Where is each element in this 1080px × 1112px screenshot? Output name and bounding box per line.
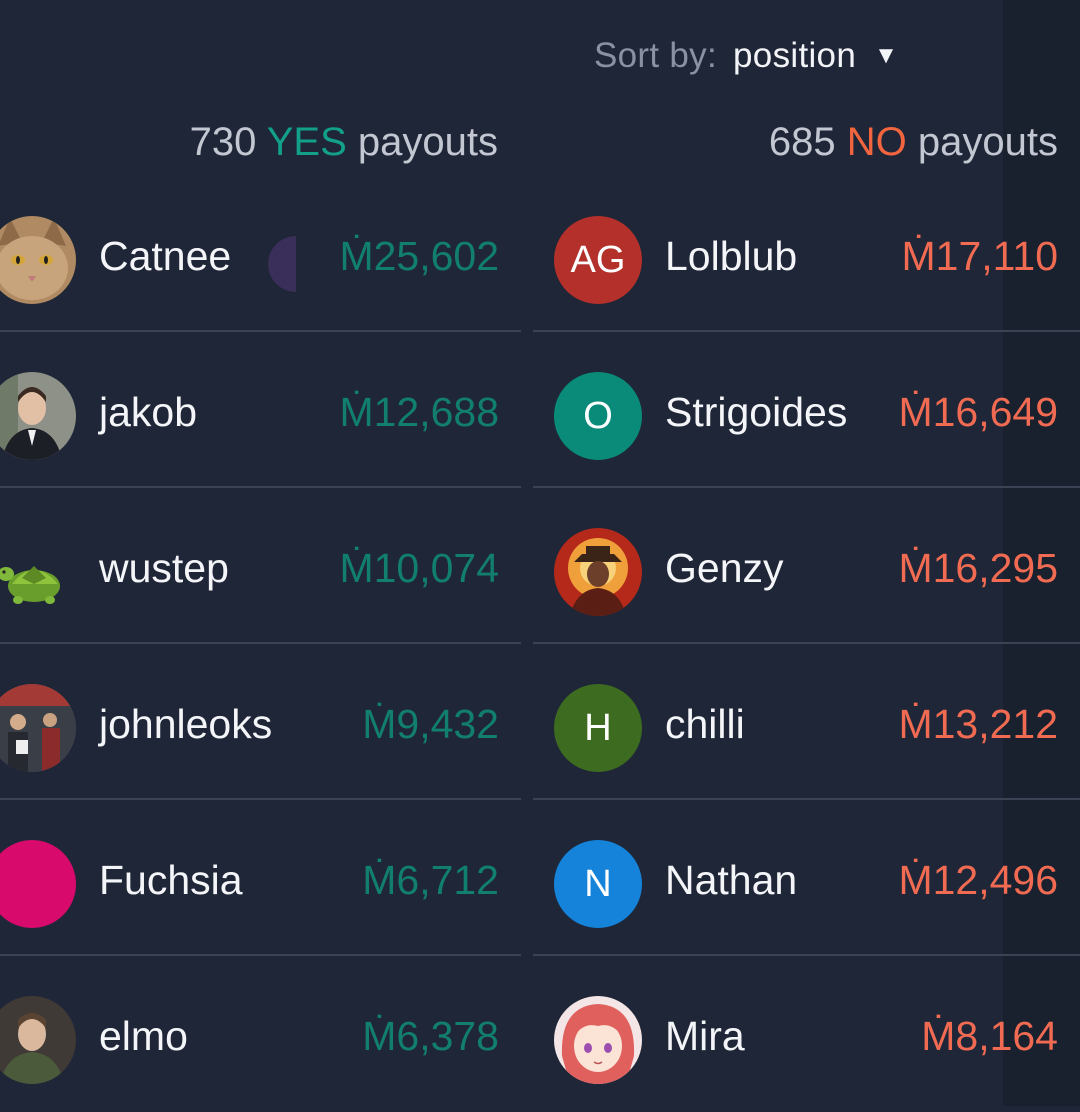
username[interactable]: Strigoides — [665, 392, 847, 433]
avatar-initials: O — [583, 394, 613, 437]
yes-row[interactable]: Catnee Ṁ25,602 — [0, 176, 521, 332]
avatar[interactable]: O — [554, 372, 642, 460]
portrait-avatar-image — [0, 372, 76, 460]
avatar[interactable] — [0, 528, 76, 616]
portrait-avatar-image — [0, 996, 76, 1084]
no-row[interactable]: Genzy Ṁ16,295 — [533, 488, 1080, 644]
yes-row[interactable]: Fuchsia Ṁ6,712 — [0, 800, 521, 956]
no-row[interactable]: Mira Ṁ8,164 — [533, 956, 1080, 1112]
caret-down-icon[interactable]: ▼ — [874, 42, 898, 69]
payout-amount: Ṁ25,602 — [339, 233, 499, 279]
avatar[interactable] — [0, 684, 76, 772]
payout-amount: Ṁ13,212 — [898, 701, 1058, 747]
yes-row[interactable]: elmo Ṁ6,378 — [0, 956, 521, 1112]
yes-row[interactable]: jakob Ṁ12,688 — [0, 332, 521, 488]
payout-amount: Ṁ16,649 — [898, 389, 1058, 435]
avatar[interactable] — [0, 840, 76, 928]
username[interactable]: jakob — [99, 392, 197, 433]
no-row[interactable]: AG Lolblub Ṁ17,110 — [533, 176, 1080, 332]
avatar-initials: AG — [570, 238, 626, 281]
avatar[interactable]: AG — [554, 216, 642, 304]
avatar[interactable] — [554, 996, 642, 1084]
username[interactable]: Fuchsia — [99, 860, 243, 901]
yes-row[interactable]: johnleoks Ṁ9,432 — [0, 644, 521, 800]
username[interactable]: wustep — [99, 548, 229, 589]
yes-payouts-header: 730 YES payouts — [190, 120, 498, 165]
payout-amount: Ṁ17,110 — [901, 233, 1058, 279]
anime-girl-avatar-image — [554, 996, 642, 1084]
payout-amount: Ṁ6,712 — [362, 857, 499, 903]
yes-count: 730 — [189, 120, 257, 164]
username[interactable]: Genzy — [665, 548, 784, 589]
no-suffix: payouts — [917, 120, 1058, 164]
avatar[interactable] — [554, 528, 642, 616]
username[interactable]: johnleoks — [99, 704, 272, 745]
yes-suffix: payouts — [357, 120, 498, 164]
username[interactable]: chilli — [665, 704, 745, 745]
sort-label: Sort by: — [594, 36, 718, 75]
username[interactable]: elmo — [99, 1016, 188, 1057]
payout-amount: Ṁ10,074 — [339, 545, 499, 591]
avatar[interactable] — [0, 372, 76, 460]
payout-amount: Ṁ12,496 — [898, 857, 1058, 903]
no-row[interactable]: H chilli Ṁ13,212 — [533, 644, 1080, 800]
cat-avatar-image — [0, 216, 76, 304]
username[interactable]: Nathan — [665, 860, 797, 901]
payout-amount: Ṁ12,688 — [339, 389, 499, 435]
explosion-cowboy-avatar-image — [554, 528, 642, 616]
username[interactable]: Catnee — [99, 236, 231, 277]
no-label: NO — [846, 120, 907, 164]
avatar[interactable] — [0, 216, 76, 304]
payout-amount: Ṁ6,378 — [362, 1013, 499, 1059]
username[interactable]: Mira — [665, 1016, 745, 1057]
yes-row[interactable]: wustep Ṁ10,074 — [0, 488, 521, 644]
sort-dropdown[interactable]: Sort by: position ▼ — [594, 36, 898, 76]
no-row[interactable]: O Strigoides Ṁ16,649 — [533, 332, 1080, 488]
payout-amount: Ṁ8,164 — [921, 1013, 1058, 1059]
avatar[interactable]: N — [554, 840, 642, 928]
avatar-initials: N — [584, 862, 612, 905]
payout-amount: Ṁ9,432 — [362, 701, 499, 747]
sort-value[interactable]: position — [733, 36, 856, 75]
avatar[interactable]: H — [554, 684, 642, 772]
username[interactable]: Lolblub — [665, 236, 797, 277]
turtle-icon — [0, 566, 60, 604]
group-photo-avatar-image — [0, 684, 76, 772]
payout-amount: Ṁ16,295 — [898, 545, 1058, 591]
no-count: 685 — [768, 120, 836, 164]
avatar[interactable] — [0, 996, 76, 1084]
avatar-initials: H — [584, 706, 612, 749]
no-row[interactable]: N Nathan Ṁ12,496 — [533, 800, 1080, 956]
no-payouts-header: 685 NO payouts — [769, 120, 1058, 165]
yes-label: YES — [266, 120, 347, 164]
